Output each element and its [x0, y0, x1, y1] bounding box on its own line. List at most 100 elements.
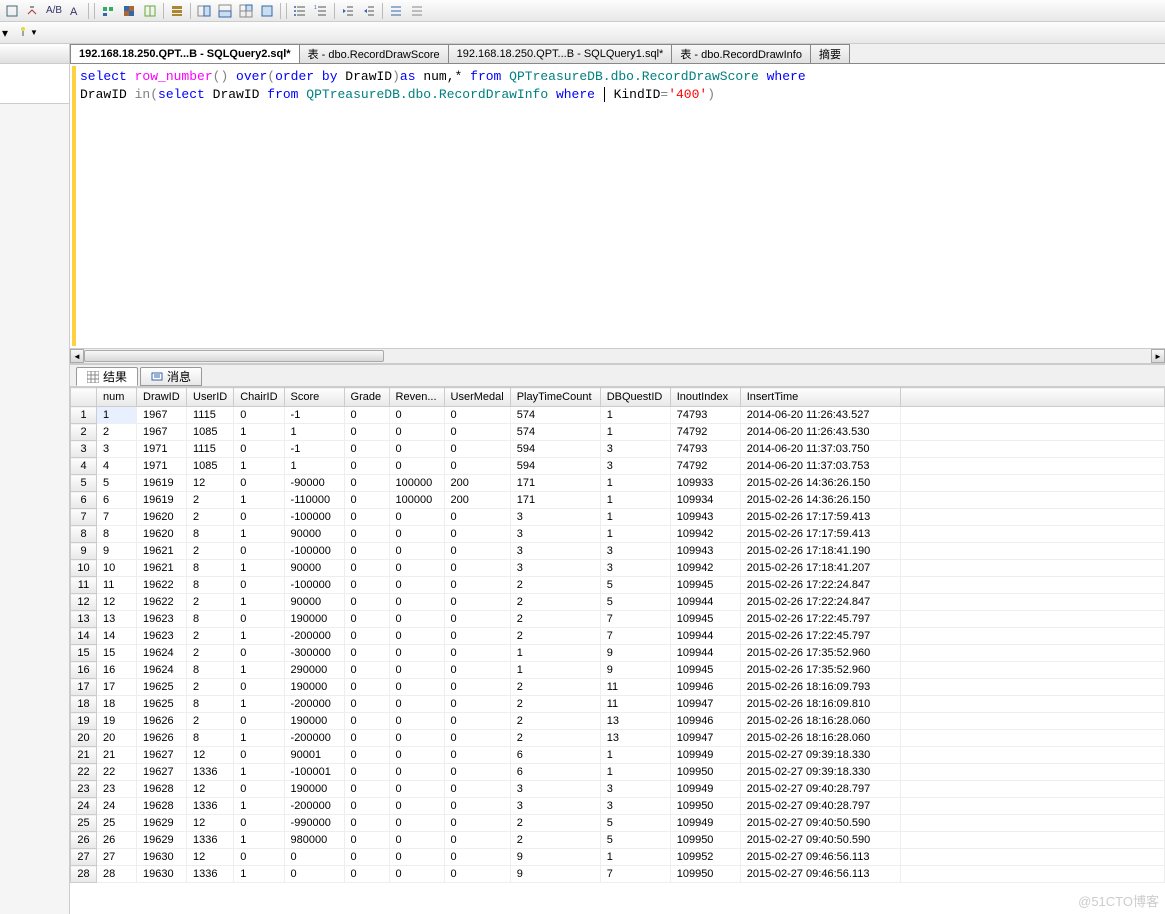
cell[interactable]: 2015-02-27 09:40:28.797: [740, 798, 900, 815]
cell[interactable]: 0: [444, 849, 510, 866]
cell[interactable]: 109945: [670, 577, 740, 594]
cell[interactable]: 1971: [137, 441, 187, 458]
cell[interactable]: 8: [97, 526, 137, 543]
cell[interactable]: 3: [510, 798, 600, 815]
cell[interactable]: 109945: [670, 662, 740, 679]
cell[interactable]: 1: [234, 492, 284, 509]
cell[interactable]: 2015-02-26 17:18:41.207: [740, 560, 900, 577]
cell[interactable]: 2: [187, 713, 234, 730]
cell[interactable]: 19619: [137, 475, 187, 492]
row-number[interactable]: 7: [71, 509, 97, 526]
cell[interactable]: -100001: [284, 764, 344, 781]
cell[interactable]: 0: [344, 730, 389, 747]
table-row[interactable]: 232319628120190000000331099492015-02-27 …: [71, 781, 1165, 798]
cell[interactable]: 0: [389, 662, 444, 679]
cell[interactable]: 7: [600, 611, 670, 628]
cell[interactable]: 0: [444, 866, 510, 883]
row-number[interactable]: 3: [71, 441, 97, 458]
cell[interactable]: 2015-02-26 14:36:26.150: [740, 492, 900, 509]
cell[interactable]: 25: [97, 815, 137, 832]
cell[interactable]: 2: [187, 679, 234, 696]
cell[interactable]: 90001: [284, 747, 344, 764]
cell[interactable]: 5: [600, 832, 670, 849]
table-row[interactable]: 171719625201900000002111099462015-02-26 …: [71, 679, 1165, 696]
cell[interactable]: 0: [344, 543, 389, 560]
cell[interactable]: 0: [444, 628, 510, 645]
table-row[interactable]: 282819630133610000971099502015-02-27 09:…: [71, 866, 1165, 883]
sql-editor[interactable]: select row_number() over(order by DrawID…: [72, 66, 1163, 346]
cell[interactable]: 0: [234, 441, 284, 458]
cell[interactable]: 19: [97, 713, 137, 730]
col-num[interactable]: num: [97, 388, 137, 407]
cell[interactable]: 2015-02-26 17:22:45.797: [740, 611, 900, 628]
cell[interactable]: 27: [97, 849, 137, 866]
cell[interactable]: 1115: [187, 441, 234, 458]
cell[interactable]: 2015-02-26 17:35:52.960: [740, 662, 900, 679]
cell[interactable]: 2015-02-26 14:36:26.150: [740, 475, 900, 492]
cell[interactable]: 0: [234, 815, 284, 832]
table-row[interactable]: 11196711150-10005741747932014-06-20 11:2…: [71, 407, 1165, 424]
tab-messages[interactable]: 消息: [140, 367, 202, 386]
table-row[interactable]: 11111962280-100000000251099452015-02-26 …: [71, 577, 1165, 594]
cell[interactable]: 26: [97, 832, 137, 849]
cell[interactable]: 2: [510, 577, 600, 594]
cell[interactable]: 1: [234, 526, 284, 543]
cell[interactable]: 0: [284, 866, 344, 883]
cell[interactable]: 109943: [670, 509, 740, 526]
cell[interactable]: 2: [510, 713, 600, 730]
toolbar-btn-12[interactable]: [257, 2, 277, 20]
cell[interactable]: 20: [97, 730, 137, 747]
cell[interactable]: 0: [389, 441, 444, 458]
cell[interactable]: 1: [234, 594, 284, 611]
cell[interactable]: 12: [187, 475, 234, 492]
cell[interactable]: 1: [234, 628, 284, 645]
col-dbquestid[interactable]: DBQuestID: [600, 388, 670, 407]
toolbar-btn-uncomment[interactable]: [407, 2, 427, 20]
cell[interactable]: 2015-02-27 09:40:50.590: [740, 832, 900, 849]
cell[interactable]: 2015-02-26 18:16:09.793: [740, 679, 900, 696]
cell[interactable]: 0: [389, 594, 444, 611]
cell[interactable]: 7: [97, 509, 137, 526]
toolbar-btn-5[interactable]: [98, 2, 118, 20]
cell[interactable]: 200: [444, 492, 510, 509]
cell[interactable]: 109949: [670, 747, 740, 764]
cell[interactable]: 1: [234, 662, 284, 679]
cell[interactable]: 0: [389, 849, 444, 866]
cell[interactable]: 3: [510, 560, 600, 577]
cell[interactable]: 0: [344, 424, 389, 441]
cell[interactable]: 2: [510, 628, 600, 645]
cell[interactable]: 0: [444, 679, 510, 696]
row-number[interactable]: 1: [71, 407, 97, 424]
cell[interactable]: 1: [234, 798, 284, 815]
toolbar-btn-indent-list[interactable]: [290, 2, 310, 20]
cell[interactable]: -300000: [284, 645, 344, 662]
cell[interactable]: 1: [600, 526, 670, 543]
row-number[interactable]: 15: [71, 645, 97, 662]
cell[interactable]: 0: [234, 475, 284, 492]
cell[interactable]: 0: [234, 611, 284, 628]
cell[interactable]: 0: [444, 611, 510, 628]
table-row[interactable]: 33197111150-10005943747932014-06-20 11:3…: [71, 441, 1165, 458]
cell[interactable]: 0: [444, 662, 510, 679]
cell[interactable]: 2: [187, 594, 234, 611]
table-row[interactable]: 21211962712090001000611099492015-02-27 0…: [71, 747, 1165, 764]
cell[interactable]: 0: [344, 475, 389, 492]
toolbar-btn-1[interactable]: [2, 2, 22, 20]
cell[interactable]: 290000: [284, 662, 344, 679]
cell[interactable]: 2: [187, 645, 234, 662]
cell[interactable]: 2015-02-27 09:39:18.330: [740, 764, 900, 781]
cell[interactable]: 1: [600, 764, 670, 781]
tab-summary[interactable]: 摘要: [810, 44, 850, 63]
cell[interactable]: 109944: [670, 645, 740, 662]
cell[interactable]: 12: [187, 747, 234, 764]
table-row[interactable]: 18181962581-2000000002111099472015-02-26…: [71, 696, 1165, 713]
cell[interactable]: 2014-06-20 11:26:43.530: [740, 424, 900, 441]
cell[interactable]: 1967: [137, 424, 187, 441]
cell[interactable]: 2015-02-26 18:16:28.060: [740, 730, 900, 747]
cell[interactable]: -110000: [284, 492, 344, 509]
table-row[interactable]: 1010196218190000000331099422015-02-26 17…: [71, 560, 1165, 577]
cell[interactable]: 594: [510, 441, 600, 458]
cell[interactable]: 594: [510, 458, 600, 475]
cell[interactable]: 19623: [137, 628, 187, 645]
col-chairid[interactable]: ChairID: [234, 388, 284, 407]
